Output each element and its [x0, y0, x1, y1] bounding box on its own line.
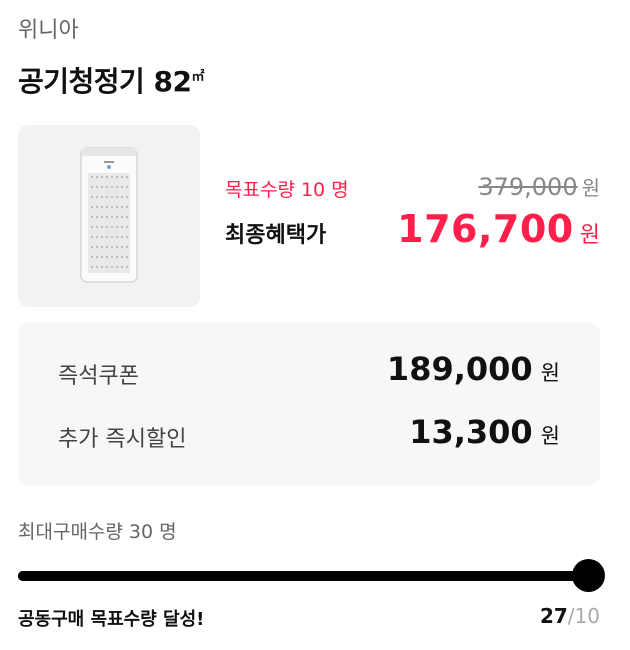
final-price: 176,700 원: [397, 207, 600, 251]
air-purifier-image: [80, 147, 138, 283]
benefit-label: 즉석쿠폰: [58, 364, 139, 389]
final-price-label: 최종혜택가: [225, 223, 327, 248]
product-title: 공기청정기 82㎡: [18, 60, 205, 100]
progress-track: [18, 571, 588, 581]
benefit-currency: 원: [540, 361, 560, 385]
product-title-text: 공기청정기 82: [18, 65, 192, 98]
progress-fill: [18, 571, 588, 581]
count-separator: /: [567, 604, 575, 628]
target-quantity: 목표수량 10 명: [225, 179, 349, 201]
max-purchase: 최대구매수량 30 명: [18, 521, 177, 543]
benefit-value: 13,300 원: [409, 413, 560, 451]
original-price-value: 379,000: [478, 173, 578, 201]
brand-name: 위니아: [18, 18, 79, 43]
original-price-currency: 원: [581, 176, 600, 200]
benefit-row-discount: 추가 즉시할인 13,300 원: [58, 413, 560, 453]
area-unit: ㎡: [191, 69, 205, 85]
product-image[interactable]: [18, 125, 200, 307]
achievement-message: 공동구매 목표수량 달성!: [18, 609, 205, 630]
participant-count: 27/10: [540, 604, 600, 628]
benefit-currency: 원: [540, 424, 560, 448]
benefit-amount: 189,000: [386, 350, 533, 388]
original-price: 379,000 원: [478, 172, 600, 201]
benefit-row-coupon: 즉석쿠폰 189,000 원: [58, 350, 560, 390]
final-price-currency: 원: [579, 223, 600, 248]
benefit-amount: 13,300: [409, 413, 533, 451]
progress-knob[interactable]: [571, 559, 605, 592]
benefit-value: 189,000 원: [387, 350, 560, 388]
target-count: 10: [574, 604, 600, 628]
benefit-panel: 즉석쿠폰 189,000 원 추가 즉시할인 13,300 원: [18, 323, 600, 485]
current-count: 27: [539, 604, 568, 628]
benefit-label: 추가 즉시할인: [58, 427, 187, 452]
final-price-value: 176,700: [397, 207, 574, 251]
